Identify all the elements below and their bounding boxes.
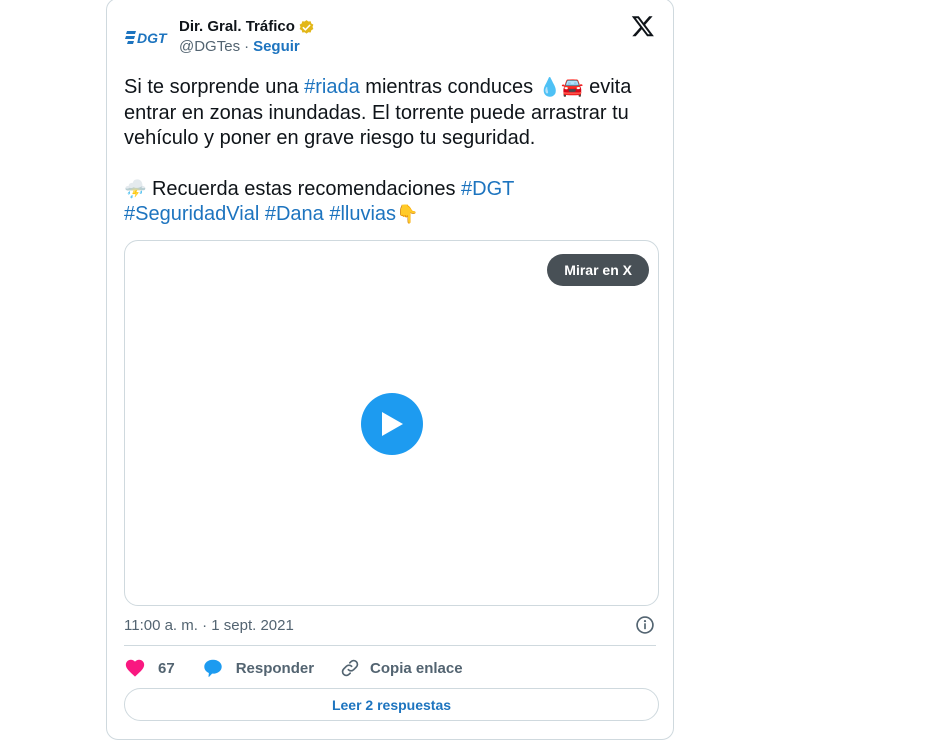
author-handle-row: @DGTes · Seguir bbox=[179, 37, 315, 57]
hashtag-lluvias[interactable]: #lluvias bbox=[329, 203, 396, 225]
text-fragment: mientras conduces bbox=[359, 76, 539, 98]
tweet-paragraph-2: ⛈️ Recuerda estas recomendaciones #DGT #S… bbox=[124, 177, 664, 228]
watch-on-x-button[interactable]: Mirar en X bbox=[547, 254, 649, 286]
dgt-logo-avatar[interactable]: DGT bbox=[125, 14, 171, 60]
hashtag-dana[interactable]: #Dana bbox=[265, 203, 324, 225]
heart-icon bbox=[125, 659, 145, 677]
play-button[interactable] bbox=[361, 393, 423, 455]
copy-link-button[interactable]: Copia enlace bbox=[340, 658, 463, 678]
divider bbox=[124, 645, 656, 646]
reply-button[interactable]: Responder bbox=[202, 657, 314, 679]
verified-badge-icon bbox=[299, 19, 314, 34]
hashtag-riada[interactable]: #riada bbox=[304, 76, 360, 98]
pointing-down-emoji-icon: 👇 bbox=[396, 204, 419, 225]
tweet-paragraph-1: Si te sorprende una #riada mientras cond… bbox=[124, 75, 664, 152]
author-display-name[interactable]: Dir. Gral. Tráfico bbox=[179, 17, 295, 37]
like-count: 67 bbox=[158, 659, 175, 677]
hashtag-dgt[interactable]: #DGT bbox=[461, 178, 514, 200]
info-icon[interactable] bbox=[635, 615, 655, 635]
video-player[interactable]: Mirar en X bbox=[124, 240, 659, 606]
handle-separator: · bbox=[244, 38, 250, 55]
embedded-tweet-card: DGT Dir. Gral. Tráfico @DGTes · Seguir S… bbox=[106, 0, 674, 740]
tweet-header: DGT Dir. Gral. Tráfico @DGTes · Seguir bbox=[125, 13, 315, 61]
tweet-text: Si te sorprende una #riada mientras cond… bbox=[124, 75, 664, 228]
reply-label: Responder bbox=[235, 659, 315, 677]
text-fragment: Si te sorprende una bbox=[124, 76, 305, 98]
like-button[interactable]: 67 bbox=[124, 657, 175, 679]
hashtag-seguridadvial[interactable]: #SeguridadVial bbox=[124, 203, 259, 225]
tweet-actions: 67 Responder Copia enlace bbox=[124, 655, 463, 681]
dgt-logo-icon: DGT bbox=[125, 30, 168, 46]
water-drop-emoji-icon: 💧 bbox=[538, 77, 562, 98]
tweet-timestamp[interactable]: 11:00 a. m. · 1 sept. 2021 bbox=[124, 617, 294, 634]
read-replies-button[interactable]: Leer 2 respuestas bbox=[124, 688, 659, 721]
follow-link[interactable]: Seguir bbox=[253, 37, 300, 57]
text-fragment: Recuerda estas recomendaciones bbox=[146, 177, 462, 200]
author-handle[interactable]: @DGTes bbox=[179, 37, 240, 57]
link-icon bbox=[341, 659, 359, 677]
x-logo-icon[interactable] bbox=[631, 14, 655, 38]
reply-bubble-icon bbox=[203, 659, 222, 677]
author-names: Dir. Gral. Tráfico @DGTes · Seguir bbox=[179, 17, 315, 57]
storm-emoji-icon: ⛈️ bbox=[124, 178, 147, 200]
author-display-row: Dir. Gral. Tráfico bbox=[179, 17, 315, 37]
copy-link-label: Copia enlace bbox=[370, 659, 463, 677]
play-icon bbox=[382, 412, 403, 436]
dgt-logo-text: DGT bbox=[137, 30, 168, 46]
car-emoji-icon: 🚘 bbox=[561, 77, 584, 98]
